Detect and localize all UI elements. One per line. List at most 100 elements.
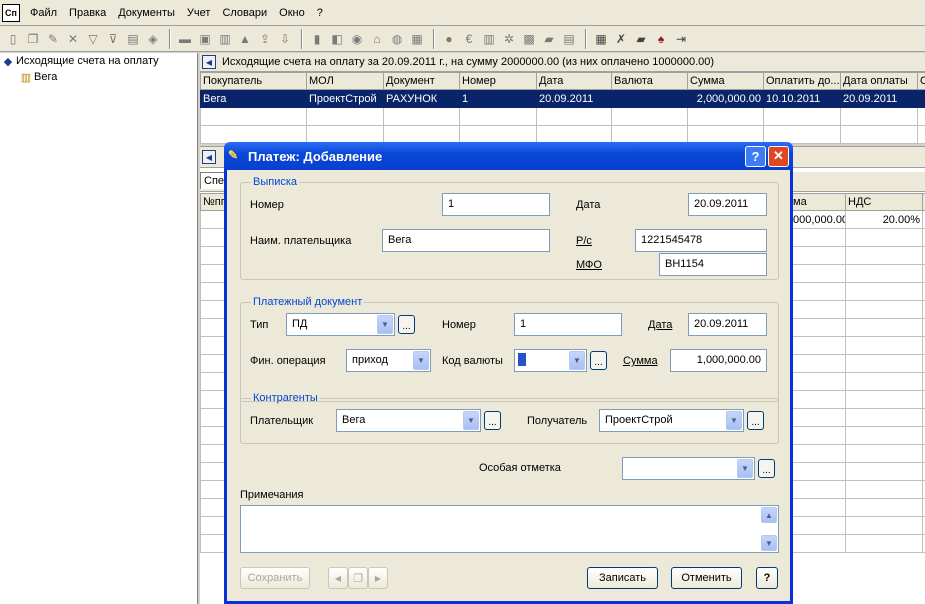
invoice-icon[interactable]: ▦ [408, 30, 426, 48]
warehouse-icon[interactable]: ⌂ [368, 30, 386, 48]
table-cell: 20.09.2011 [536, 89, 612, 108]
menu-dictionaries[interactable]: Словари [216, 3, 273, 23]
exit-icon[interactable]: ⇥ [672, 30, 690, 48]
table-row[interactable] [200, 107, 925, 126]
menu-file[interactable]: Файл [24, 3, 63, 23]
chart-icon[interactable]: ▲ [236, 30, 254, 48]
column-header[interactable]: Валюта [611, 72, 688, 90]
column-header[interactable]: МОЛ [306, 72, 384, 90]
settings-icon[interactable]: ✲ [500, 30, 518, 48]
save-button[interactable]: Сохранить [240, 567, 310, 589]
currency-code-select[interactable]: ▼ [514, 349, 587, 372]
new-document-icon[interactable]: ▯ [4, 30, 22, 48]
record-button[interactable]: Записать [587, 567, 658, 589]
column-header[interactable]: Оп [917, 72, 925, 90]
doc-date-field[interactable]: 20.09.2011 [688, 313, 767, 336]
payer-name-field[interactable]: Вега [382, 229, 550, 252]
dialog-title-bar[interactable]: ✎ Платеж: Добавление ? ✕ [224, 142, 793, 170]
library-icon[interactable]: ▥ [480, 30, 498, 48]
reports-icon[interactable]: ▥ [216, 30, 234, 48]
menu-accounting[interactable]: Учет [181, 3, 217, 23]
scroll-up-icon[interactable]: ▲ [761, 507, 777, 523]
delete-icon[interactable]: ✕ [64, 30, 82, 48]
book-icon[interactable]: ▮ [308, 30, 326, 48]
doc-type-select[interactable]: ПД ▼ [286, 313, 395, 336]
monitor-icon[interactable]: ▣ [196, 30, 214, 48]
app-icon[interactable]: Сп [2, 3, 20, 22]
scroll-down-icon[interactable]: ▼ [761, 535, 777, 551]
cash-icon[interactable]: ◉ [348, 30, 366, 48]
doc-type-lookup-button[interactable]: ... [398, 315, 415, 334]
spy-icon[interactable]: ♠ [652, 30, 670, 48]
chevron-down-icon[interactable]: ▼ [377, 315, 393, 334]
next-record-button[interactable]: ▶ [368, 567, 388, 589]
mfo-field[interactable]: ВН1154 [659, 253, 767, 276]
title-help-button[interactable]: ? [745, 145, 766, 167]
menu-edit[interactable]: Правка [63, 3, 112, 23]
currency-icon[interactable]: € [460, 30, 478, 48]
doc-type-label: Тип [250, 319, 269, 331]
column-header[interactable]: Дата оплаты [840, 72, 918, 90]
payer-lookup-button[interactable]: ... [484, 411, 501, 430]
special-mark-lookup-button[interactable]: ... [758, 459, 775, 478]
recipient-lookup-button[interactable]: ... [747, 411, 764, 430]
chevron-down-icon[interactable]: ▼ [726, 411, 742, 430]
chevron-down-icon[interactable]: ▼ [737, 459, 753, 478]
export-icon[interactable]: ◈ [144, 30, 162, 48]
filter-clear-icon[interactable]: ⊽ [104, 30, 122, 48]
menu-window[interactable]: Окно [273, 3, 311, 23]
currency-lookup-button[interactable]: ... [590, 351, 607, 370]
recipient-select[interactable]: ПроектСтрой ▼ [599, 409, 744, 432]
payer-select[interactable]: Вега ▼ [336, 409, 481, 432]
download-icon[interactable]: ⇩ [276, 30, 294, 48]
column-header[interactable]: №пп [200, 193, 225, 211]
doc-number-field[interactable]: 1 [514, 313, 622, 336]
chevron-down-icon[interactable]: ▼ [413, 351, 429, 370]
print-icon[interactable]: ▤ [124, 30, 142, 48]
cart-icon[interactable]: ◍ [388, 30, 406, 48]
special-mark-select[interactable]: ▼ [622, 457, 755, 480]
statement-date-field[interactable]: 20.09.2011 [688, 193, 767, 216]
chevron-left-icon[interactable]: ◀ [202, 150, 216, 164]
copy-document-icon[interactable]: ❐ [24, 30, 42, 48]
fin-operation-select[interactable]: приход ▼ [346, 349, 431, 372]
column-header[interactable]: Покупатель [200, 72, 307, 90]
column-header[interactable]: ма [790, 193, 846, 211]
menu-help[interactable]: ? [311, 3, 329, 23]
cancel-button[interactable]: Отменить [671, 567, 742, 589]
user-icon[interactable]: ● [440, 30, 458, 48]
report-icon[interactable]: ▤ [560, 30, 578, 48]
journal-icon[interactable]: ▬ [176, 30, 194, 48]
tree-item-outgoing-invoices[interactable]: ◆ Исходящие счета на оплату [0, 53, 197, 69]
column-header[interactable]: Документ [383, 72, 460, 90]
column-header[interactable]: Номер [459, 72, 537, 90]
table-row[interactable]: Вега ПроектСтрой РАХУНОК 1 20.09.2011 2,… [200, 89, 925, 108]
filter-icon[interactable]: ▽ [84, 30, 102, 48]
title-close-button[interactable]: ✕ [768, 145, 789, 167]
tree-item-vega[interactable]: ▥ Вега [0, 69, 197, 85]
edit-document-icon[interactable]: ✎ [44, 30, 62, 48]
open-folder-icon[interactable]: ▰ [632, 30, 650, 48]
chevron-down-icon[interactable]: ▼ [569, 351, 585, 370]
column-header[interactable]: Дата [536, 72, 612, 90]
calculator-icon[interactable]: ▦ [592, 30, 610, 48]
prev-record-button[interactable]: ◀ [328, 567, 348, 589]
upload-icon[interactable]: ⇪ [256, 30, 274, 48]
book-open-icon[interactable]: ◧ [328, 30, 346, 48]
account-field[interactable]: 1221545478 [635, 229, 767, 252]
table-row[interactable] [200, 125, 925, 144]
column-header[interactable]: НДС [845, 193, 923, 211]
help-button[interactable]: ? [756, 567, 778, 589]
statement-number-field[interactable]: 1 [442, 193, 550, 216]
copy-record-button[interactable]: ❐ [348, 567, 368, 589]
chevron-left-icon[interactable]: ◀ [202, 55, 216, 69]
folder-icon[interactable]: ▰ [540, 30, 558, 48]
notes-textarea[interactable]: ▲ ▼ [240, 505, 779, 553]
amount-field[interactable]: 1,000,000.00 [670, 349, 767, 372]
menu-documents[interactable]: Документы [112, 3, 181, 23]
column-header[interactable]: Сумма [687, 72, 764, 90]
chevron-down-icon[interactable]: ▼ [463, 411, 479, 430]
calendar-icon[interactable]: ▩ [520, 30, 538, 48]
column-header[interactable]: Оплатить до... [763, 72, 841, 90]
tools-icon[interactable]: ✗ [612, 30, 630, 48]
